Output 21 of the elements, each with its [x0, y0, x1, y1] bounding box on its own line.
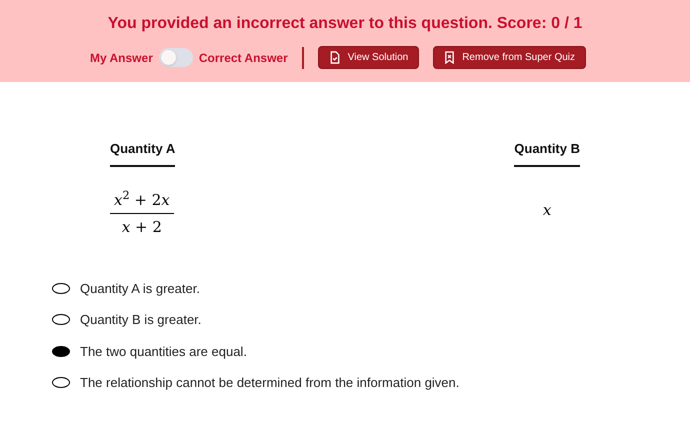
math-numerator: x$^{2}$ + 2x — [113, 188, 171, 210]
document-check-icon — [328, 51, 341, 64]
math-expression: x — [542, 200, 552, 220]
answer-toggle[interactable] — [158, 48, 193, 67]
radio-button[interactable] — [52, 282, 70, 294]
option-label: The relationship cannot be determined from the information given. — [80, 374, 460, 392]
option-label: Quantity B is greater. — [80, 311, 202, 329]
option-label: Quantity A is greater. — [80, 280, 200, 298]
action-button[interactable]: Remove from Super Quiz — [433, 46, 586, 69]
toggle-label: Correct Answer — [198, 50, 288, 66]
option-label: The two quantities are equal. — [80, 342, 247, 361]
result-message: You provided an incorrect answer to this question. Score: 0 / 1 — [108, 14, 582, 34]
bookmark-icon — [444, 51, 456, 64]
column-heading: Quantity A — [110, 139, 176, 166]
math-denominator: x + 2 — [122, 217, 162, 238]
radio-button[interactable] — [52, 346, 70, 357]
radio-button[interactable] — [52, 377, 70, 388]
toggle-label: My Answer — [90, 50, 153, 66]
radio-button[interactable] — [52, 314, 70, 326]
column-heading: Quantity B — [514, 139, 580, 166]
action-button[interactable]: View Solution — [318, 46, 420, 69]
